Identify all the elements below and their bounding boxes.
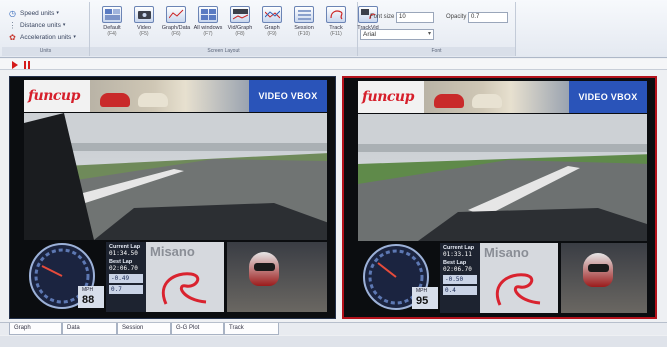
font-size-label: Font size [370, 14, 395, 20]
track-name: Misano [484, 245, 529, 260]
speed-value: 88 [82, 294, 95, 306]
default-layout-icon [102, 6, 122, 23]
units-group: ◷ Speed units ▾ ⋮ Distance units ▾ ✿ Accel… [2, 2, 90, 56]
app-window: ◷ Speed units ▾ ⋮ Distance units ▾ ✿ Accel… [0, 0, 667, 347]
tab-data[interactable]: Data [62, 323, 117, 335]
tab-track[interactable]: Track [224, 323, 279, 335]
speed-units-button[interactable]: ◷ Speed units ▾ [8, 7, 76, 19]
video-pane-left[interactable]: funcup VIDEO VBOX MPH 88 Current Lap 01:… [9, 76, 336, 319]
cars-banner-image [90, 80, 249, 112]
font-group: Font size 10 Opacity 0.7 Arial ▾ Font [358, 2, 516, 56]
video-header-overlay: funcup VIDEO VBOX [358, 81, 647, 113]
driver-camera-view [227, 242, 327, 312]
layout-vid-graph-button[interactable]: Vid/Graph (F8) [224, 6, 256, 48]
video-vbox-logo: VIDEO VBOX [249, 80, 327, 112]
tab-graph[interactable]: Graph [9, 323, 62, 335]
font-caption: Font [358, 47, 515, 56]
layout-video-button[interactable]: Video (F5) [128, 6, 160, 48]
screen-layout-group: Default (F4) Video (F5) Graph/Data (F6) … [90, 2, 379, 56]
video-header-overlay: funcup VIDEO VBOX [24, 80, 327, 112]
transport-bar [0, 59, 667, 70]
distance-units-button[interactable]: ⋮ Distance units ▾ [8, 19, 76, 31]
track-map: Misano [480, 243, 558, 313]
vid-graph-icon [230, 6, 250, 23]
driver-helmet-image [249, 252, 279, 286]
distance-icon: ⋮ [8, 20, 17, 30]
all-windows-icon [198, 6, 218, 23]
lap-delta: -0.50 [443, 275, 477, 284]
layout-all-windows-button[interactable]: All windows (F7) [192, 6, 224, 48]
lap-delta-secondary: 0.7 [109, 285, 143, 294]
speedometer-gauge: MPH 95 [358, 243, 440, 313]
graph-icon [262, 6, 282, 23]
screen-layout-caption: Screen Layout [90, 47, 357, 56]
track-map: Misano [146, 242, 224, 312]
onboard-camera-view [24, 113, 327, 240]
video-pane-right[interactable]: funcup VIDEO VBOX MPH 95 Current Lap 01:… [342, 76, 657, 319]
graph-data-icon [166, 6, 186, 23]
lap-times-panel: Current Lap 01:33.11 Best Lap 02:06.70 -… [440, 243, 480, 313]
best-lap-time: 02:06.70 [109, 265, 138, 272]
driver-helmet-image [583, 253, 613, 287]
font-size-input[interactable]: 10 [396, 12, 434, 23]
track-scene-image [358, 114, 647, 241]
cars-banner-image [424, 81, 569, 113]
tab-g-g-plot[interactable]: G-G Plot [171, 323, 224, 335]
funcup-logo: funcup [358, 81, 424, 113]
status-bar [0, 336, 667, 347]
play-icon[interactable] [12, 61, 18, 69]
best-lap-time: 02:06.70 [443, 266, 472, 273]
lap-delta-secondary: 0.4 [443, 286, 477, 295]
acceleration-units-button[interactable]: ✿ Acceleration units ▾ [8, 31, 76, 43]
session-icon [294, 6, 314, 23]
track-scene-image [24, 113, 327, 240]
tab-session[interactable]: Session [117, 323, 171, 335]
speedometer-gauge: MPH 88 [24, 242, 106, 312]
font-family-select[interactable]: Arial ▾ [360, 29, 434, 40]
pause-icon[interactable] [24, 61, 31, 69]
units-caption: Units [2, 47, 89, 56]
opacity-label: Opacity [446, 14, 467, 20]
video-vbox-logo: VIDEO VBOX [569, 81, 647, 113]
track-name: Misano [150, 244, 195, 259]
layout-graph-button[interactable]: Graph (F9) [256, 6, 288, 48]
ribbon-toolbar: ◷ Speed units ▾ ⋮ Distance units ▾ ✿ Accel… [0, 0, 667, 58]
onboard-camera-view [358, 114, 647, 241]
video-icon [134, 6, 154, 23]
speed-value: 95 [416, 295, 429, 307]
layout-track-button[interactable]: Track (F11) [320, 6, 352, 48]
chevron-down-icon: ▾ [427, 31, 431, 37]
funcup-logo: funcup [24, 80, 90, 112]
lap-times-panel: Current Lap 01:34.50 Best Lap 02:06.70 -… [106, 242, 146, 312]
speedometer-icon: ◷ [9, 8, 16, 18]
speed-unit: MPH [82, 287, 94, 293]
layout-default-button[interactable]: Default (F4) [96, 6, 128, 48]
bottom-tab-strip: Graph Data Session G-G Plot Track [0, 322, 667, 335]
driver-camera-view [561, 243, 647, 313]
opacity-input[interactable]: 0.7 [468, 12, 508, 23]
telemetry-overlay: MPH 95 Current Lap 01:33.11 Best Lap 02:… [358, 243, 647, 313]
current-lap-time: 01:33.11 [443, 251, 472, 258]
acceleration-icon: ✿ [9, 32, 16, 42]
current-lap-time: 01:34.50 [109, 250, 138, 257]
track-icon [326, 6, 346, 23]
layout-graph-data-button[interactable]: Graph/Data (F6) [160, 6, 192, 48]
telemetry-overlay: MPH 88 Current Lap 01:34.50 Best Lap 02:… [24, 242, 327, 312]
speed-unit: MPH [416, 288, 428, 294]
lap-delta: -0.49 [109, 274, 143, 283]
layout-session-button[interactable]: Session (F10) [288, 6, 320, 48]
